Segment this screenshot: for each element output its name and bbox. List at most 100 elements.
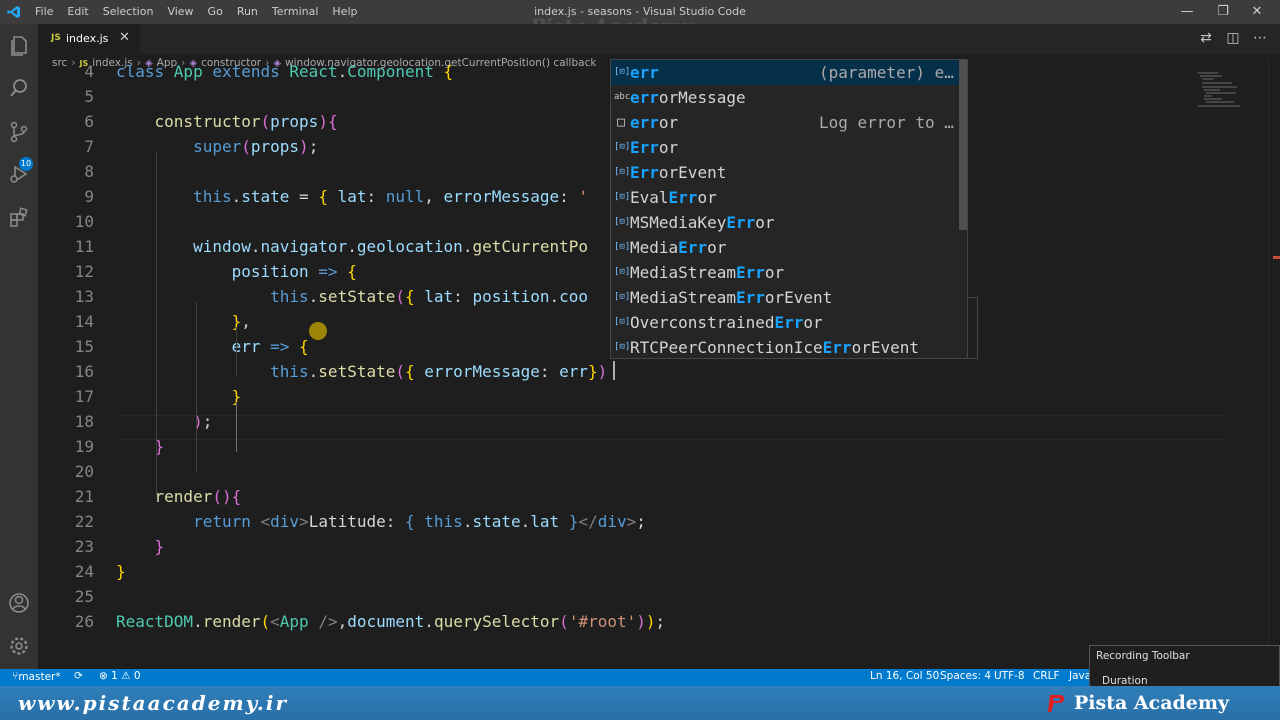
- code-token: div: [597, 512, 627, 531]
- settings-gear-icon[interactable]: [5, 632, 33, 660]
- suggestion-item[interactable]: [⊡] MediaError: [611, 235, 961, 260]
- suggestion-item[interactable]: [⊡] ErrorEvent: [611, 160, 961, 185]
- code-token: App: [173, 62, 213, 81]
- vertical-scrollbar[interactable]: [1268, 58, 1280, 669]
- line-number: 23: [74, 537, 94, 556]
- code-text: }: [116, 559, 126, 584]
- code-token: ': [578, 187, 589, 206]
- code-token: errorMessage: [424, 362, 540, 381]
- menu-edit[interactable]: Edit: [60, 0, 95, 24]
- code-token: state: [472, 512, 521, 531]
- language-mode[interactable]: Java: [1069, 670, 1091, 682]
- suggestion-text: orEvent: [658, 163, 727, 182]
- menu-view[interactable]: View: [160, 0, 200, 24]
- menu-selection[interactable]: Selection: [96, 0, 161, 24]
- menu-help[interactable]: Help: [325, 0, 364, 24]
- end-of-line[interactable]: CRLF: [1033, 670, 1060, 682]
- source-control-icon[interactable]: [5, 118, 33, 146]
- code-token: (){: [212, 487, 242, 506]
- menu-go[interactable]: Go: [201, 0, 230, 24]
- suggestion-item[interactable]: [⊡] MSMediaKeyError: [611, 210, 961, 235]
- suggestion-item[interactable]: [⊡] OverconstrainedError: [611, 310, 961, 335]
- line-number: 19: [74, 437, 94, 456]
- line-number: 20: [74, 462, 94, 481]
- tab-index-js[interactable]: JS index.js ✕: [38, 24, 140, 54]
- code-token: state: [241, 187, 290, 206]
- file-encoding[interactable]: UTF-8: [994, 670, 1025, 682]
- code-text: );: [116, 409, 212, 434]
- code-token: ){: [318, 112, 338, 131]
- suggestion-item[interactable]: [⊡] err (parameter) e…: [611, 60, 961, 85]
- suggestion-label: MediaError: [630, 235, 726, 260]
- extensions-icon[interactable]: [5, 204, 33, 232]
- code-text: render(){: [116, 484, 242, 509]
- search-icon[interactable]: [5, 74, 33, 102]
- suggestion-item[interactable]: [⊡] EvalError: [611, 185, 961, 210]
- watermark-brand: Pista Academy: [1074, 692, 1230, 714]
- error-marker: [1273, 256, 1280, 259]
- problems-indicator[interactable]: ⊗ 1 ⚠ 0: [99, 670, 141, 682]
- suggestion-text: or: [803, 313, 823, 332]
- code-text: return <div>Latitude: { this.state.lat }…: [116, 509, 646, 534]
- suggestion-scrollbar[interactable]: [959, 60, 967, 230]
- code-token: .: [462, 512, 473, 531]
- suggestion-item[interactable]: [⊡] MediaStreamError: [611, 260, 961, 285]
- run-debug-icon[interactable]: [5, 160, 33, 188]
- code-token: (: [241, 137, 251, 156]
- files-icon[interactable]: [5, 32, 33, 60]
- line-number: 8: [84, 162, 94, 181]
- suggestion-text: or: [755, 213, 775, 232]
- suggestion-item[interactable]: □ error Log error to …: [611, 110, 961, 135]
- variable-suggestion-icon: [⊡]: [614, 242, 631, 252]
- suggestion-item[interactable]: [⊡] MediaStreamErrorEvent: [611, 285, 961, 310]
- suggestion-match: Err: [630, 163, 659, 182]
- line-number: 21: [74, 487, 94, 506]
- menu-run[interactable]: Run: [230, 0, 265, 24]
- code-token: setState: [318, 287, 396, 306]
- suggestion-item[interactable]: abc errorMessage: [611, 85, 961, 110]
- code-token: render: [154, 487, 213, 506]
- code-token: position: [231, 262, 309, 281]
- split-editor-icon[interactable]: ◫: [1225, 30, 1241, 46]
- suggestion-item[interactable]: [⊡] RTCPeerConnectionIceErrorEvent: [611, 335, 961, 360]
- menu-file[interactable]: File: [28, 0, 60, 24]
- code-token: Component: [347, 62, 444, 81]
- close-tab-icon[interactable]: ✕: [119, 30, 130, 45]
- suggestion-label: RTCPeerConnectionIceErrorEvent: [630, 335, 919, 360]
- suggestion-text: MSMediaKey: [630, 213, 727, 232]
- menu-bar: File Edit Selection View Go Run Terminal…: [28, 0, 364, 24]
- code-token: (: [395, 287, 405, 306]
- indentation[interactable]: Spaces: 4: [940, 670, 991, 682]
- more-actions-icon[interactable]: ⋯: [1252, 30, 1268, 46]
- code-token: ;: [655, 612, 666, 631]
- menu-terminal[interactable]: Terminal: [265, 0, 326, 24]
- suggestion-item[interactable]: [⊡] Error: [611, 135, 961, 160]
- code-text: }: [116, 534, 165, 559]
- close-window-button[interactable]: ✕: [1234, 0, 1280, 24]
- compare-changes-icon[interactable]: ⇄: [1198, 30, 1214, 46]
- sync-icon[interactable]: ⟳: [74, 670, 83, 682]
- code-token: .: [193, 612, 203, 631]
- cursor-position[interactable]: Ln 16, Col 50: [870, 670, 939, 682]
- suggestion-match: Err: [735, 288, 765, 307]
- code-token: =: [289, 187, 319, 206]
- suggestion-match: Err: [774, 313, 804, 332]
- indent-guide: [236, 327, 237, 377]
- minimap[interactable]: [1192, 70, 1262, 110]
- suggestion-text: MediaStream: [630, 288, 736, 307]
- git-branch[interactable]: ⑂ master*: [12, 670, 61, 683]
- suggestion-match: err: [630, 63, 659, 82]
- code-token: lat: [530, 512, 560, 531]
- suggestion-text: orEvent: [764, 288, 833, 307]
- account-icon[interactable]: [5, 589, 33, 617]
- line-number: 26: [74, 612, 94, 631]
